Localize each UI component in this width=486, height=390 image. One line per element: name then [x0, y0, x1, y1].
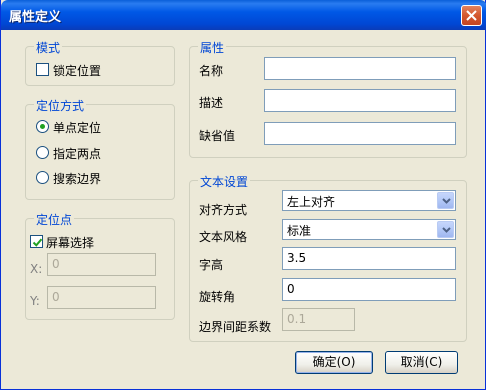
- title-bar: 属性定义: [1, 0, 486, 30]
- close-icon: [466, 10, 477, 21]
- radio-single-point-label: 单点定位: [53, 121, 102, 135]
- radio-search-boundary[interactable]: [36, 171, 49, 184]
- rotation-input[interactable]: 0: [282, 278, 456, 301]
- radio-selected-dot: [40, 124, 45, 129]
- alignment-value: 左上对齐: [287, 195, 336, 209]
- anchor-legend: 定位点: [34, 211, 75, 228]
- lock-position-label: 锁定位置: [53, 64, 102, 78]
- boundary-spacing-label: 边界间距系数: [199, 320, 272, 334]
- close-button[interactable]: [461, 5, 482, 26]
- text-style-select[interactable]: 标准: [282, 219, 456, 240]
- radio-search-boundary-label: 搜索边界: [53, 172, 102, 186]
- dialog-title: 属性定义: [9, 10, 62, 25]
- rotation-label: 旋转角: [199, 290, 236, 304]
- y-coordinate-input[interactable]: 0: [47, 286, 156, 309]
- boundary-spacing-input[interactable]: 0.1: [282, 308, 355, 331]
- radio-two-points-label: 指定两点: [53, 147, 102, 161]
- default-value-input[interactable]: [264, 122, 456, 145]
- positioning-legend: 定位方式: [34, 97, 87, 114]
- screen-select-label: 屏幕选择: [46, 236, 95, 250]
- radio-two-points[interactable]: [36, 146, 49, 159]
- lock-position-checkbox[interactable]: [36, 63, 49, 76]
- text-style-dropdown-button[interactable]: [437, 221, 454, 238]
- checkmark-icon: [32, 238, 43, 247]
- text-style-value: 标准: [287, 224, 312, 238]
- x-coordinate-label: X:: [30, 262, 43, 276]
- alignment-label: 对齐方式: [199, 203, 248, 217]
- alignment-dropdown-button[interactable]: [437, 192, 454, 209]
- attribute-definition-dialog: 属性定义 模式 锁定位置 定位方式 单点定位 指定两点 搜索边界 定位点 屏幕选…: [0, 0, 486, 390]
- ok-button[interactable]: 确定(O): [295, 351, 373, 374]
- description-label: 描述: [199, 96, 224, 110]
- chevron-down-icon: [442, 227, 451, 233]
- y-coordinate-label: Y:: [30, 294, 40, 308]
- default-value-label: 缺省值: [199, 129, 236, 143]
- radio-single-point[interactable]: [36, 120, 49, 133]
- text-settings-legend: 文本设置: [198, 173, 251, 190]
- cancel-button[interactable]: 取消(C): [385, 351, 458, 374]
- mode-legend: 模式: [34, 39, 63, 56]
- attributes-legend: 属性: [198, 39, 227, 56]
- name-label: 名称: [199, 64, 224, 78]
- text-style-label: 文本风格: [199, 230, 248, 244]
- description-input[interactable]: [264, 89, 456, 112]
- chevron-down-icon: [442, 198, 451, 204]
- alignment-select[interactable]: 左上对齐: [282, 190, 456, 211]
- font-height-input[interactable]: 3.5: [282, 247, 456, 270]
- x-coordinate-input[interactable]: 0: [47, 253, 156, 276]
- name-input[interactable]: [264, 57, 456, 80]
- screen-select-checkbox[interactable]: [30, 235, 43, 248]
- font-height-label: 字高: [199, 258, 224, 272]
